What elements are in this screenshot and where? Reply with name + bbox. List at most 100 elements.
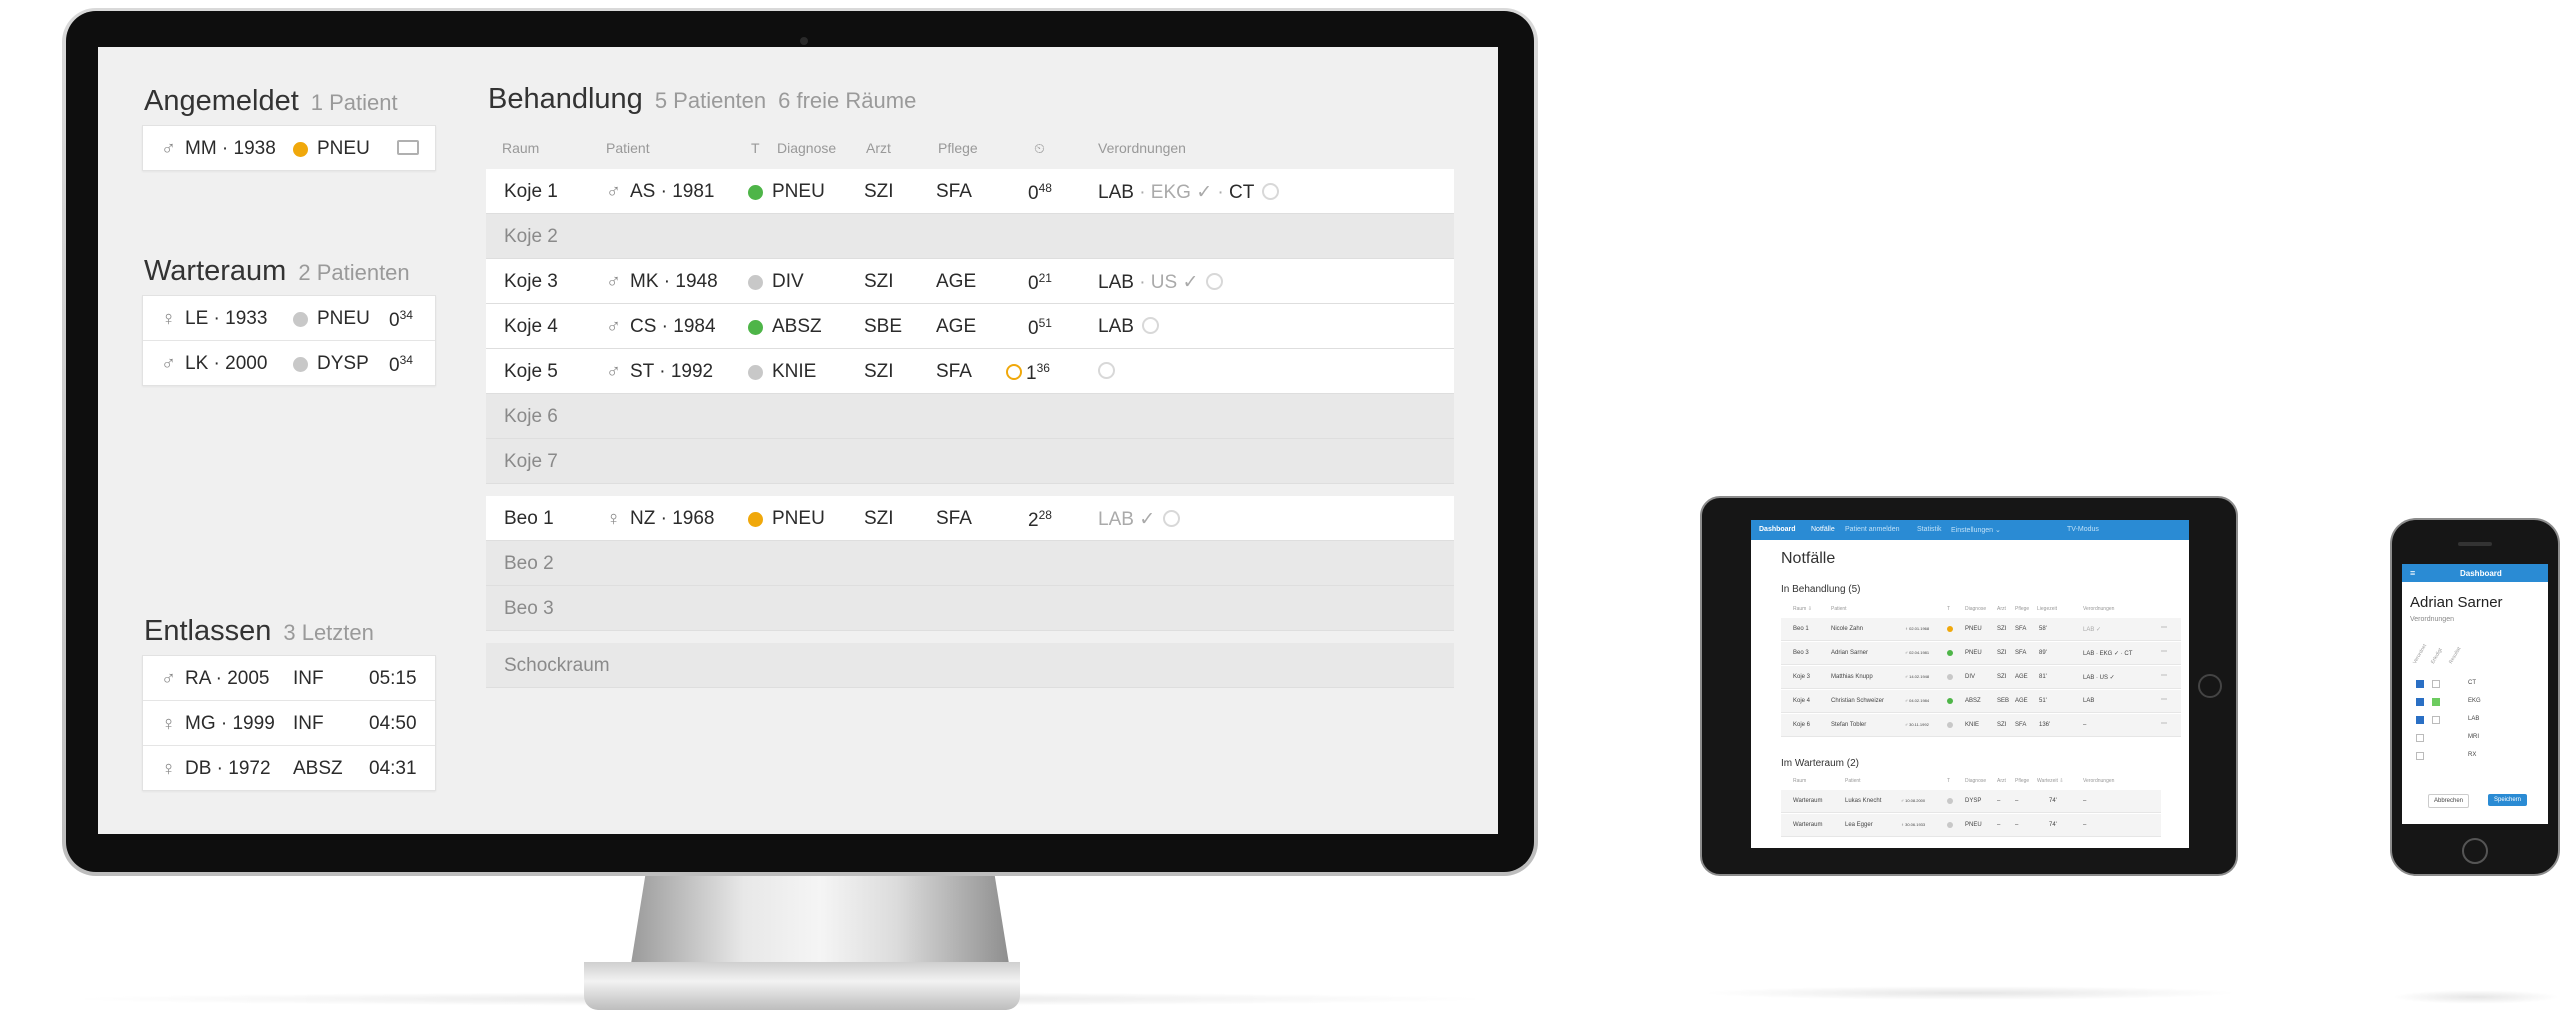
- row-action-button[interactable]: ⋯: [2161, 720, 2167, 727]
- column-header[interactable]: Raum: [1793, 778, 1806, 784]
- table-row[interactable]: Koje 4 ♂ CS · 1984 ABSZ SBE AGE 051 LAB: [486, 304, 1454, 349]
- page-subtitle: Verordnungen: [2410, 616, 2454, 623]
- desktop-screen: Angemeldet 1 Patient ♂ MM · 1938 PNEU War…: [98, 47, 1498, 834]
- column-header[interactable]: Arzt: [1997, 778, 2006, 784]
- orders[interactable]: [1098, 361, 1115, 383]
- list-item[interactable]: ♀ LE · 1933 PNEU 034: [143, 296, 435, 341]
- nav-item-einstellungen[interactable]: Einstellungen ⌄: [1951, 526, 2001, 534]
- list-item[interactable]: ♂ RA · 2005 INF 05:15: [143, 656, 435, 701]
- table-row[interactable]: Warteraum Lukas Knecht ♂ 10.08.2000 DYSP…: [1781, 790, 2161, 813]
- status-dot-icon: [293, 142, 308, 157]
- column-header[interactable]: Patient: [1831, 606, 1847, 612]
- menu-icon[interactable]: ≡: [2410, 568, 2415, 578]
- orders[interactable]: LAB · EKG ✓ · CT: [1098, 181, 1280, 204]
- table-row[interactable]: Koje 4 Christian Schweizer ♂ 04.02.1984 …: [1781, 690, 2181, 713]
- column-header[interactable]: Verordnungen: [2083, 606, 2114, 612]
- table-row[interactable]: Beo 1 Nicole Zahn ♀ 02.01.1968 PNEU SZI …: [1781, 618, 2181, 641]
- add-order-icon[interactable]: [1163, 510, 1181, 527]
- column-header[interactable]: T: [751, 140, 760, 156]
- table-row-empty[interactable]: Beo 3: [486, 586, 1454, 631]
- column-header[interactable]: Diagnose: [1965, 606, 1986, 612]
- column-header[interactable]: Diagnose: [777, 140, 836, 156]
- table-row[interactable]: Koje 3 Matthias Knupp ♂ 14.02.1948 DIV S…: [1781, 666, 2181, 689]
- save-button[interactable]: Speichern: [2488, 794, 2528, 806]
- column-header[interactable]: Wartezeit ⇩: [2037, 778, 2064, 784]
- column-header[interactable]: T: [1947, 606, 1950, 612]
- page-title: Notfälle: [1781, 550, 1836, 567]
- home-button-icon[interactable]: [2462, 838, 2488, 864]
- nav-item-notfaelle[interactable]: Notfälle: [1811, 526, 1835, 533]
- list-item[interactable]: ♀ MG · 1999 INF 04:50: [143, 701, 435, 746]
- brand-logo[interactable]: Dashboard: [2460, 569, 2502, 578]
- nav-item-statistik[interactable]: Statistik: [1917, 526, 1942, 533]
- cancel-button[interactable]: Abbrechen: [2428, 794, 2470, 808]
- diagnosis: ABSZ: [293, 758, 343, 779]
- male-icon: ♂: [161, 353, 176, 375]
- column-header[interactable]: Arzt: [866, 140, 891, 156]
- table-row[interactable]: Beo 1 ♀ NZ · 1968 PNEU SZI SFA 228 LAB ✓: [486, 496, 1454, 541]
- table-row[interactable]: Warteraum Lea Egger ♀ 30.06.1933 PNEU – …: [1781, 814, 2161, 837]
- add-order-icon[interactable]: [1262, 183, 1280, 200]
- brand-logo[interactable]: Dashboard: [1759, 526, 1796, 533]
- ordered-checkbox[interactable]: [2416, 716, 2424, 724]
- column-header[interactable]: Pflege: [2015, 778, 2029, 784]
- room-name: Koje 4: [504, 316, 558, 337]
- ordered-checkbox[interactable]: [2416, 698, 2424, 706]
- column-header[interactable]: Patient: [606, 140, 650, 156]
- orders[interactable]: LAB · US ✓: [1098, 271, 1224, 294]
- column-header[interactable]: Pflege: [2015, 606, 2029, 612]
- table-row-empty[interactable]: Beo 2: [486, 541, 1454, 586]
- diagnosis: PNEU: [317, 138, 370, 159]
- column-header[interactable]: Pflege: [938, 140, 978, 156]
- add-order-icon[interactable]: [1098, 362, 1115, 379]
- row-action-button[interactable]: ⋯: [2161, 648, 2167, 655]
- nav-item-patient-anmelden[interactable]: Patient anmelden: [1845, 526, 1899, 533]
- done-checkbox[interactable]: [2432, 698, 2440, 706]
- tablet-shadow: [1700, 986, 2240, 1000]
- doctor: SZI: [864, 361, 894, 382]
- list-item[interactable]: ♀ DB · 1972 ABSZ 04:31: [143, 746, 435, 790]
- phone-shadow: [2392, 990, 2560, 1004]
- doctor: SBE: [864, 316, 903, 337]
- table-row-empty[interactable]: Koje 7: [486, 439, 1454, 484]
- clock-icon[interactable]: ⏲: [1034, 140, 1045, 157]
- add-order-icon[interactable]: [1141, 317, 1159, 334]
- column-header[interactable]: Verordnungen: [1098, 140, 1186, 156]
- column-header[interactable]: Diagnose: [1965, 778, 1986, 784]
- ordered-checkbox[interactable]: [2416, 752, 2424, 760]
- add-order-icon[interactable]: [1206, 273, 1224, 290]
- nurse: AGE: [936, 316, 977, 337]
- column-header[interactable]: Raum ⇩: [1793, 606, 1812, 612]
- status-dot-icon: [748, 512, 763, 527]
- column-header[interactable]: Liegezeit: [2037, 606, 2057, 612]
- male-icon: ♂: [606, 316, 621, 338]
- column-header[interactable]: Verordnungen: [2083, 778, 2114, 784]
- column-header[interactable]: Patient: [1845, 778, 1861, 784]
- table-row-empty[interactable]: Schockraum: [486, 643, 1454, 688]
- column-header[interactable]: T: [1947, 778, 1950, 784]
- row-action-button[interactable]: ⋯: [2161, 696, 2167, 703]
- home-button-icon[interactable]: [2198, 674, 2222, 698]
- table-row-empty[interactable]: Koje 6: [486, 394, 1454, 439]
- orders[interactable]: LAB ✓: [1098, 508, 1181, 531]
- table-row[interactable]: Koje 1 ♂ AS · 1981 PNEU SZI SFA 048 LAB …: [486, 169, 1454, 214]
- done-checkbox[interactable]: [2432, 716, 2440, 724]
- list-item[interactable]: ♂ MM · 1938 PNEU: [143, 126, 435, 170]
- row-action-button[interactable]: ⋯: [2161, 624, 2167, 631]
- table-row[interactable]: Beo 3 Adrian Sarner ♂ 02.04.1981 PNEU SZ…: [1781, 642, 2181, 665]
- row-action-button[interactable]: ⋯: [2161, 672, 2167, 679]
- table-row[interactable]: Koje 3 ♂ MK · 1948 DIV SZI AGE 021 LAB ·…: [486, 259, 1454, 304]
- nav-item-tv-modus[interactable]: TV-Modus: [2067, 526, 2099, 533]
- column-header[interactable]: Arzt: [1997, 606, 2006, 612]
- room-name: Koje 7: [504, 451, 558, 472]
- diagnosis: DIV: [772, 271, 804, 292]
- list-item[interactable]: ♂ LK · 2000 DYSP 034: [143, 341, 435, 385]
- table-row[interactable]: Koje 5 ♂ ST · 1992 KNIE SZI SFA 136: [486, 349, 1454, 394]
- ordered-checkbox[interactable]: [2416, 734, 2424, 742]
- done-checkbox[interactable]: [2432, 680, 2440, 688]
- table-row-empty[interactable]: Koje 2: [486, 214, 1454, 259]
- table-row[interactable]: Koje 6 Stefan Tobler ♂ 30.11.1992 KNIE S…: [1781, 714, 2181, 737]
- ordered-checkbox[interactable]: [2416, 680, 2424, 688]
- column-header[interactable]: Raum: [502, 140, 539, 156]
- orders[interactable]: LAB: [1098, 316, 1159, 338]
